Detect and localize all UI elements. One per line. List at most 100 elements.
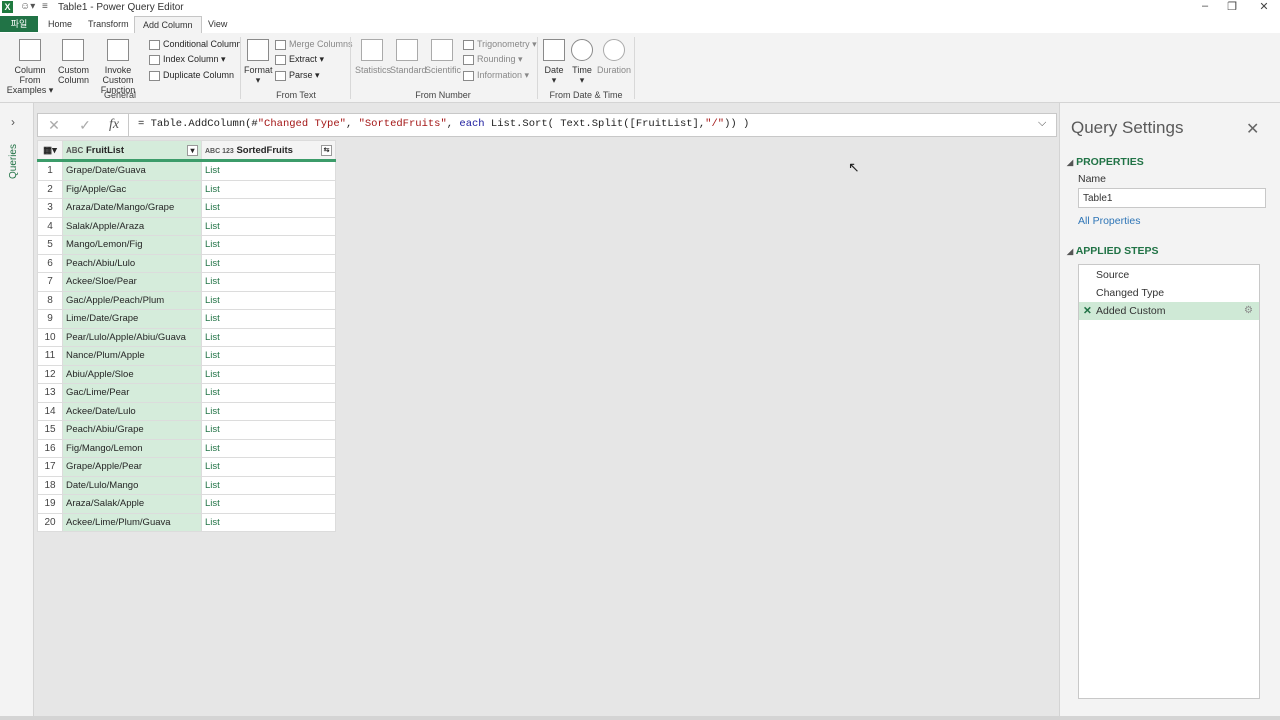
sortedfruits-cell[interactable]: List bbox=[201, 494, 336, 514]
parse-button[interactable]: Parse ▾ bbox=[275, 70, 320, 81]
sortedfruits-cell[interactable]: List bbox=[201, 438, 336, 458]
table-menu-icon[interactable]: ▦▾ bbox=[37, 140, 63, 162]
fruitlist-cell[interactable]: Gac/Apple/Peach/Plum bbox=[62, 290, 202, 310]
sortedfruits-cell[interactable]: List bbox=[201, 198, 336, 218]
row-number[interactable]: 11 bbox=[37, 346, 63, 366]
rounding-button[interactable]: Rounding ▾ bbox=[463, 54, 523, 65]
conditional-column-button[interactable]: Conditional Column bbox=[149, 39, 242, 50]
row-number[interactable]: 4 bbox=[37, 216, 63, 236]
time-button[interactable]: Time ▾ bbox=[569, 39, 595, 85]
sortedfruits-cell[interactable]: List bbox=[201, 179, 336, 199]
duplicate-column-button[interactable]: Duplicate Column bbox=[149, 70, 234, 81]
sortedfruits-cell[interactable]: List bbox=[201, 327, 336, 347]
row-number[interactable]: 16 bbox=[37, 438, 63, 458]
duration-button[interactable]: Duration bbox=[597, 39, 631, 75]
fruitlist-cell[interactable]: Date/Lulo/Mango bbox=[62, 475, 202, 495]
row-number[interactable]: 5 bbox=[37, 235, 63, 255]
smiley-icon[interactable]: ☺▾ bbox=[20, 1, 35, 12]
fruitlist-cell[interactable]: Nance/Plum/Apple bbox=[62, 346, 202, 366]
row-number[interactable]: 15 bbox=[37, 420, 63, 440]
minimize-icon[interactable]: – bbox=[1192, 0, 1218, 12]
chevron-down-icon[interactable]: ⌵ bbox=[1038, 117, 1046, 130]
row-number[interactable]: 9 bbox=[37, 309, 63, 329]
fx-icon[interactable]: fx bbox=[102, 117, 126, 133]
column-from-examples-button[interactable]: Column From Examples ▾ bbox=[4, 39, 56, 95]
fruitlist-cell[interactable]: Grape/Date/Guava bbox=[62, 160, 202, 181]
sortedfruits-cell[interactable]: List bbox=[201, 383, 336, 403]
sortedfruits-cell[interactable]: List bbox=[201, 457, 336, 477]
tab-view[interactable]: View bbox=[200, 16, 235, 32]
row-number[interactable]: 17 bbox=[37, 457, 63, 477]
sortedfruits-cell[interactable]: List bbox=[201, 253, 336, 273]
row-number[interactable]: 14 bbox=[37, 401, 63, 421]
row-number[interactable]: 8 bbox=[37, 290, 63, 310]
commit-formula-icon[interactable]: ✓ bbox=[73, 117, 97, 134]
fruitlist-cell[interactable]: Fig/Mango/Lemon bbox=[62, 438, 202, 458]
fruitlist-cell[interactable]: Lime/Date/Grape bbox=[62, 309, 202, 329]
custom-column-button[interactable]: Custom Column bbox=[58, 39, 89, 85]
all-properties-link[interactable]: All Properties bbox=[1078, 215, 1140, 227]
format-button[interactable]: Format ▾ bbox=[244, 39, 273, 85]
trigonometry-button[interactable]: Trigonometry ▾ bbox=[463, 39, 537, 50]
index-column-button[interactable]: Index Column ▾ bbox=[149, 54, 226, 65]
fruitlist-cell[interactable]: Peach/Abiu/Grape bbox=[62, 420, 202, 440]
row-number[interactable]: 1 bbox=[37, 160, 63, 181]
cancel-formula-icon[interactable]: ✕ bbox=[42, 117, 66, 134]
invoke-custom-function-button[interactable]: Invoke Custom Function bbox=[90, 39, 146, 95]
row-number[interactable]: 20 bbox=[37, 512, 63, 532]
row-number[interactable]: 18 bbox=[37, 475, 63, 495]
information-button[interactable]: Information ▾ bbox=[463, 70, 529, 81]
row-number[interactable]: 19 bbox=[37, 494, 63, 514]
step-source[interactable]: Source bbox=[1079, 266, 1259, 284]
row-number[interactable]: 12 bbox=[37, 364, 63, 384]
fruitlist-cell[interactable]: Grape/Apple/Pear bbox=[62, 457, 202, 477]
tab-add-column[interactable]: Add Column bbox=[134, 16, 202, 34]
chevron-right-icon[interactable]: › bbox=[11, 115, 15, 129]
sortedfruits-cell[interactable]: List bbox=[201, 346, 336, 366]
close-icon[interactable]: ✕ bbox=[1246, 119, 1259, 139]
row-number[interactable]: 2 bbox=[37, 179, 63, 199]
fruitlist-cell[interactable]: Gac/Lime/Pear bbox=[62, 383, 202, 403]
step-changed-type[interactable]: Changed Type bbox=[1079, 284, 1259, 302]
text-type-icon[interactable]: ABC bbox=[66, 146, 83, 155]
sortedfruits-cell[interactable]: List bbox=[201, 475, 336, 495]
row-number[interactable]: 3 bbox=[37, 198, 63, 218]
delete-step-icon[interactable]: ✕ bbox=[1083, 302, 1092, 320]
fruitlist-cell[interactable]: Ackee/Lime/Plum/Guava bbox=[62, 512, 202, 532]
sortedfruits-cell[interactable]: List bbox=[201, 512, 336, 532]
tab-home[interactable]: Home bbox=[40, 16, 80, 32]
fruitlist-cell[interactable]: Pear/Lulo/Apple/Abiu/Guava bbox=[62, 327, 202, 347]
sortedfruits-cell[interactable]: List bbox=[201, 272, 336, 292]
date-button[interactable]: Date ▾ bbox=[541, 39, 567, 85]
step-settings-gear-icon[interactable]: ⚙ bbox=[1244, 302, 1253, 320]
statistics-button[interactable]: Statistics bbox=[355, 39, 391, 75]
row-number[interactable]: 6 bbox=[37, 253, 63, 273]
sortedfruits-cell[interactable]: List bbox=[201, 309, 336, 329]
fruitlist-cell[interactable]: Salak/Apple/Araza bbox=[62, 216, 202, 236]
expand-column-icon[interactable]: ⇆ bbox=[321, 144, 332, 156]
query-name-input[interactable] bbox=[1078, 188, 1266, 208]
sortedfruits-cell[interactable]: List bbox=[201, 235, 336, 255]
sortedfruits-cell[interactable]: List bbox=[201, 290, 336, 310]
sortedfruits-cell[interactable]: List bbox=[201, 401, 336, 421]
tab-transform[interactable]: Transform bbox=[80, 16, 137, 32]
properties-heading[interactable]: ◢ PROPERTIES bbox=[1067, 156, 1144, 168]
fruitlist-cell[interactable]: Mango/Lemon/Fig bbox=[62, 235, 202, 255]
any-type-icon[interactable]: ABC 123 bbox=[205, 148, 234, 155]
fruitlist-cell[interactable]: Peach/Abiu/Lulo bbox=[62, 253, 202, 273]
fruitlist-cell[interactable]: Abiu/Apple/Sloe bbox=[62, 364, 202, 384]
qat-customize-icon[interactable]: ≡ bbox=[42, 1, 48, 12]
scientific-button[interactable]: Scientific bbox=[425, 39, 461, 75]
sortedfruits-cell[interactable]: List bbox=[201, 216, 336, 236]
extract-button[interactable]: Extract ▾ bbox=[275, 54, 324, 65]
row-number[interactable]: 10 bbox=[37, 327, 63, 347]
formula-text[interactable]: = Table.AddColumn(#"Changed Type", "Sort… bbox=[138, 118, 749, 130]
close-window-icon[interactable]: ✕ bbox=[1251, 0, 1277, 13]
restore-icon[interactable]: ❐ bbox=[1219, 0, 1245, 13]
sortedfruits-cell[interactable]: List bbox=[201, 160, 336, 181]
queries-pane-label[interactable]: Queries bbox=[8, 144, 19, 179]
tab-file[interactable]: 파일 bbox=[0, 16, 38, 32]
step-added-custom[interactable]: ✕ Added Custom ⚙ bbox=[1079, 302, 1259, 320]
column-header-sortedfruits[interactable]: ABC 123 SortedFruits ⇆ bbox=[201, 140, 336, 162]
filter-dropdown-icon[interactable]: ▾ bbox=[187, 144, 198, 156]
